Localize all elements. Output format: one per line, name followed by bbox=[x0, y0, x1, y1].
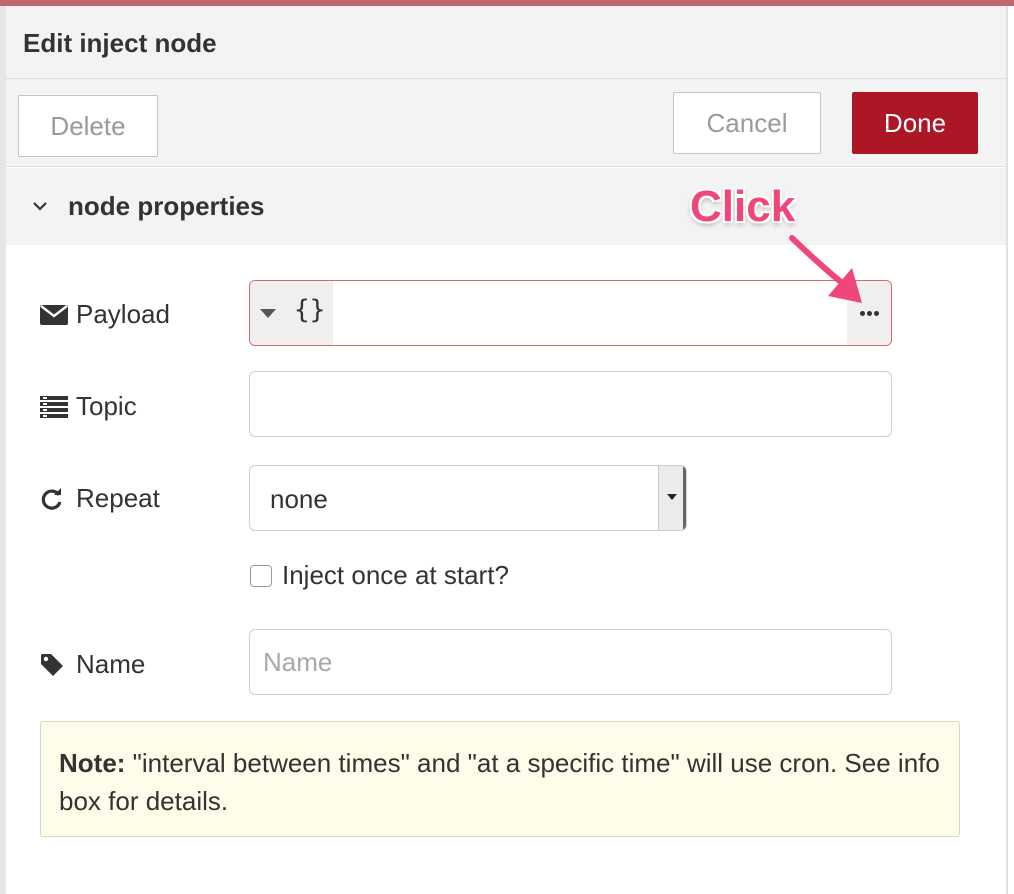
name-label: Name bbox=[40, 649, 145, 680]
repeat-label: Repeat bbox=[40, 483, 160, 514]
delete-button[interactable]: Delete bbox=[18, 95, 158, 157]
tray-title: Edit inject node bbox=[23, 28, 217, 58]
node-properties-header[interactable]: node properties bbox=[6, 168, 1006, 245]
payload-label-text: Payload bbox=[76, 299, 170, 329]
repeat-select-value: none bbox=[270, 484, 328, 514]
expand-editor-button[interactable] bbox=[847, 281, 891, 345]
cancel-button[interactable]: Cancel bbox=[673, 92, 821, 154]
name-field[interactable] bbox=[249, 629, 892, 695]
done-button[interactable]: Done bbox=[852, 92, 978, 154]
chevron-down-icon bbox=[33, 202, 47, 211]
name-input[interactable] bbox=[250, 630, 891, 694]
repeat-label-text: Repeat bbox=[76, 483, 160, 513]
ellipsis-icon bbox=[859, 310, 880, 316]
topic-label: Topic bbox=[40, 391, 137, 422]
caret-down-icon bbox=[260, 309, 276, 318]
note-text: "interval between times" and "at a speci… bbox=[59, 748, 940, 816]
payload-type-selector[interactable]: {} bbox=[250, 281, 333, 345]
caret-down-icon bbox=[658, 466, 686, 530]
payload-input[interactable]: {} bbox=[249, 280, 892, 346]
inject-once-row: Inject once at start? bbox=[250, 560, 509, 591]
name-label-text: Name bbox=[76, 649, 146, 679]
click-annotation: Click bbox=[690, 182, 796, 231]
topic-field[interactable] bbox=[249, 371, 892, 437]
cron-note: Note: "interval between times" and "at a… bbox=[40, 721, 960, 837]
repeat-select[interactable]: none bbox=[249, 465, 687, 531]
envelope-icon bbox=[40, 302, 70, 328]
refresh-icon bbox=[40, 486, 70, 512]
inject-once-label[interactable]: Inject once at start? bbox=[282, 560, 509, 591]
tag-icon bbox=[40, 652, 70, 678]
inject-once-checkbox[interactable] bbox=[250, 564, 272, 587]
section-title: node properties bbox=[68, 191, 265, 221]
payload-label: Payload bbox=[40, 299, 170, 330]
topic-label-text: Topic bbox=[76, 391, 137, 421]
tray-header: Edit inject node bbox=[6, 6, 1006, 79]
payload-type-label: {} bbox=[294, 295, 326, 325]
note-bold: Note: bbox=[59, 748, 126, 778]
topic-input[interactable] bbox=[250, 372, 891, 436]
tray-toolbar: Delete Cancel Done bbox=[6, 79, 1006, 167]
list-icon bbox=[40, 394, 70, 420]
